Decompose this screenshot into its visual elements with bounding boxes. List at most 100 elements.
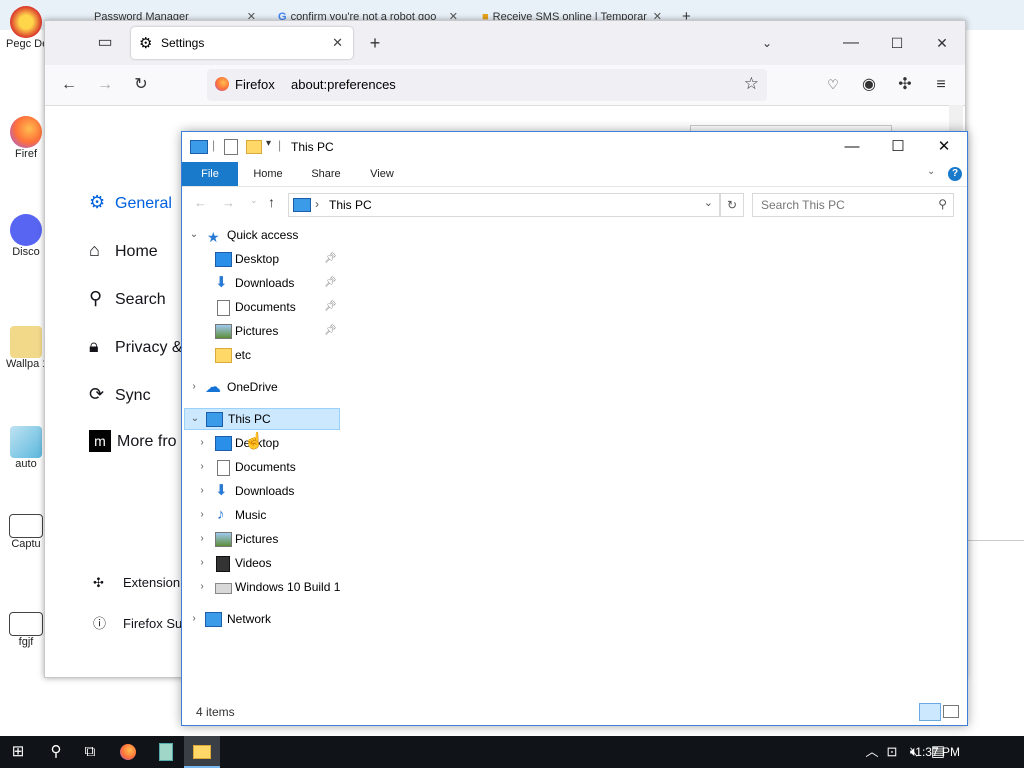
chevron-right-icon[interactable]: › [196,480,208,502]
ribbon-tab-file[interactable]: File [182,162,238,186]
minimize-icon[interactable]: — [829,132,875,162]
chevron-down-icon[interactable]: ⌄ [189,409,201,429]
address-bar[interactable]: › This PC ⌄ [288,193,720,217]
bookmark-star-icon[interactable]: ☆ [744,74,759,94]
tree-item-pc-pictures[interactable]: › Pictures [182,528,382,550]
search-input[interactable]: Search This PC ⚲ [752,193,954,217]
tree-item-pc-drive[interactable]: › Windows 10 Build 1 [182,576,382,598]
maximize-icon[interactable]: ☐ [875,132,921,162]
reload-icon[interactable]: ↻ [129,73,153,97]
properties-icon[interactable] [224,139,238,155]
maximize-icon[interactable]: ☐ [885,31,909,55]
address-text[interactable]: This PC [329,198,372,212]
chevron-right-icon[interactable]: › [196,432,208,454]
extensions-icon[interactable]: ✣ [893,73,917,97]
ribbon-expand-icon[interactable]: ⌄ [927,166,935,177]
new-tab-icon[interactable]: + [363,31,387,55]
sidebar-item-search[interactable]: ⚲ Search [89,283,166,313]
tree-item-network[interactable]: › Network [182,608,382,630]
sidebar-item-home[interactable]: ⌂ Home [89,235,158,265]
quick-access-toolbar-dropdown-icon[interactable]: ▾ [266,138,271,149]
close-icon[interactable]: ✕ [332,35,343,51]
tab-overview-icon[interactable]: ▭ [93,31,117,55]
chevron-right-icon[interactable]: › [196,576,208,598]
tree-item-label: Pictures [235,324,279,338]
pin-icon[interactable]: 📌︎ [324,272,337,294]
tree-item-downloads[interactable]: ⬇ Downloads 📌︎ [182,272,382,294]
help-icon[interactable]: ? [948,167,962,181]
task-view-icon[interactable]: ⧉ [72,736,108,768]
recent-locations-icon[interactable]: ⌄ [250,195,258,206]
back-arrow-icon[interactable]: ← [57,73,81,97]
new-folder-icon[interactable] [246,140,262,154]
desktop-icon-label: Disco [12,246,40,258]
tree-item-pc-documents[interactable]: › Documents [182,456,382,478]
large-icons-view-icon[interactable] [943,705,959,718]
ribbon-tab-view[interactable]: View [358,162,406,186]
forward-arrow-icon[interactable]: → [93,73,117,97]
tree-item-documents[interactable]: Documents 📌︎ [182,296,382,318]
sidebar-support-link[interactable]: ⓘ Firefox Su [93,613,182,632]
tree-item-quick-access[interactable]: ⌄ ★ Quick access [182,224,382,246]
account-icon[interactable]: ◉ [857,73,881,97]
pin-icon[interactable]: 📌︎ [324,296,337,318]
chevron-down-icon[interactable]: ⌄ [188,224,200,246]
chevron-right-icon[interactable]: › [196,552,208,574]
sidebar-extensions-link[interactable]: ✣ Extension [93,575,180,591]
pocket-icon[interactable]: ♡ [821,73,845,97]
url-text[interactable]: about:preferences [291,77,396,92]
tab-settings[interactable]: ⚙ Settings ✕ [131,27,353,59]
sidebar-item-general[interactable]: ⚙ General [89,187,172,217]
chevron-down-icon[interactable]: ⌄ [704,196,713,209]
windows-start-icon[interactable]: ⊞ [0,736,36,768]
tree-item-etc[interactable]: etc [182,344,382,366]
sidebar-item-sync[interactable]: ⟳ Sync [89,379,151,409]
taskbar-app-icon[interactable] [148,736,184,768]
pin-icon[interactable]: 📌︎ [324,248,337,270]
pictures-icon [215,532,232,547]
chevron-right-icon[interactable]: › [196,504,208,526]
tree-item-pc-music[interactable]: › ♪ Music [182,504,382,526]
notification-center-icon[interactable]: ▤ [920,736,956,768]
chevron-right-icon[interactable]: › [188,376,200,398]
forward-arrow-icon[interactable]: → [222,195,235,210]
chevron-right-icon[interactable]: › [188,608,200,630]
ribbon-tab-home[interactable]: Home [244,162,292,186]
sidebar-item-more-from-mozilla[interactable]: m More fro [89,427,177,457]
tree-item-pictures[interactable]: Pictures 📌︎ [182,320,382,342]
taskbar-firefox-icon[interactable] [110,736,146,768]
pin-icon[interactable]: 📌︎ [324,320,337,342]
up-arrow-icon[interactable]: ↑ [268,194,275,210]
minimize-icon[interactable]: — [839,31,863,55]
document-icon [217,460,230,476]
desktop-icon-fgjf[interactable]: fgjf [6,612,46,648]
chevron-right-icon[interactable]: › [196,528,208,550]
navigation-pane: ⌄ ★ Quick access Desktop 📌︎ ⬇ Downloads … [182,224,382,704]
details-view-icon[interactable] [919,703,941,721]
taskbar-file-explorer-icon[interactable] [184,736,220,768]
close-icon[interactable]: ✕ [930,31,954,55]
sidebar-item-privacy[interactable]: 🔒︎ Privacy & [89,331,183,361]
tree-item-pc-downloads[interactable]: › ⬇ Downloads [182,480,382,502]
tree-item-onedrive[interactable]: › ☁ OneDrive [182,376,382,398]
sidebar-item-label: Search [115,291,166,308]
chevron-right-icon[interactable]: › [196,456,208,478]
desktop-icon-discord[interactable]: Disco [6,214,46,258]
desktop-icon-capture[interactable]: Captu [6,514,46,550]
desktop-icon-auto[interactable]: auto [6,426,46,470]
desktop-icon-wallpaper[interactable]: Wallpa 1.3 V [6,326,46,370]
close-icon[interactable]: ✕ [921,132,967,162]
ribbon-tab-share[interactable]: Share [302,162,350,186]
menu-icon[interactable]: ≡ [929,73,953,97]
desktop-icon-firefox[interactable]: Firef [6,116,46,160]
url-bar[interactable]: Firefox about:preferences ☆ [207,69,767,101]
chevron-down-icon[interactable]: ⌄ [755,31,779,55]
back-arrow-icon[interactable]: ← [194,195,207,210]
tree-item-desktop[interactable]: Desktop 📌︎ [182,248,382,270]
tree-item-pc-desktop[interactable]: › Desktop [182,432,382,454]
refresh-icon[interactable]: ↻ [720,193,744,217]
desktop-icon-pegc[interactable]: Pegc Delu [6,6,46,50]
tree-item-pc-videos[interactable]: › Videos [182,552,382,574]
tree-item-this-pc[interactable]: ⌄ This PC [184,408,340,430]
search-icon[interactable]: ⚲ [38,736,74,768]
